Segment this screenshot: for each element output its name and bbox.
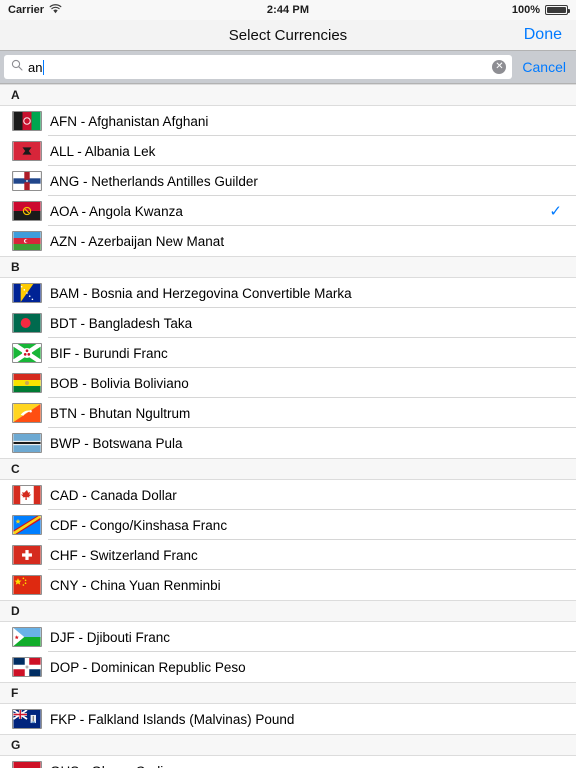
page-title: Select Currencies (228, 26, 348, 44)
flag-ao-icon (12, 201, 42, 221)
currency-row-label: BTN - Bhutan Ngultrum (50, 405, 191, 421)
currency-row-label: AFN - Afghanistan Afghani (50, 113, 209, 129)
flag-al-icon (12, 141, 42, 161)
wifi-icon (49, 3, 62, 17)
selected-checkmark-icon: ✓ (549, 202, 562, 220)
flag-bd-icon (12, 313, 42, 333)
currency-row-label: DJF - Djibouti Franc (50, 629, 171, 645)
section-header: D (0, 600, 576, 622)
battery-icon (545, 5, 570, 15)
currency-row[interactable]: FKP - Falkland Islands (Malvinas) Pound (0, 704, 576, 734)
text-caret (43, 59, 45, 75)
currency-row[interactable]: DJF - Djibouti Franc (0, 622, 576, 652)
flag-an-icon (12, 171, 42, 191)
section-header: G (0, 734, 576, 756)
search-input-value: an (28, 59, 43, 75)
currency-row[interactable]: AZN - Azerbaijan New Manat (0, 226, 576, 256)
currency-row-label: BOB - Bolivia Boliviano (50, 375, 189, 391)
currency-row[interactable]: BAM - Bosnia and Herzegovina Convertible… (0, 278, 576, 308)
currency-row-label: BAM - Bosnia and Herzegovina Convertible… (50, 285, 352, 301)
done-button[interactable]: Done (524, 26, 562, 44)
status-bar: Carrier 2:44 PM 100% (0, 0, 576, 20)
flag-fk-icon (12, 709, 42, 729)
currency-row[interactable]: BDT - Bangladesh Taka (0, 308, 576, 338)
currency-row[interactable]: AFN - Afghanistan Afghani (0, 106, 576, 136)
flag-ba-icon (12, 283, 42, 303)
currency-row-label: ALL - Albania Lek (50, 143, 156, 159)
battery-percent-label: 100% (511, 4, 540, 16)
flag-gh-icon (12, 761, 42, 768)
currency-row-label: CNY - China Yuan Renminbi (50, 577, 221, 593)
status-bar-time: 2:44 PM (266, 4, 310, 16)
currency-row[interactable]: BWP - Botswana Pula (0, 428, 576, 458)
currency-row[interactable]: CHF - Switzerland Franc (0, 540, 576, 570)
currency-row[interactable]: CNY - China Yuan Renminbi (0, 570, 576, 600)
currency-row[interactable]: CAD - Canada Dollar (0, 480, 576, 510)
currency-row[interactable]: AOA - Angola Kwanza ✓ (0, 196, 576, 226)
flag-bw-icon (12, 433, 42, 453)
currency-row-label: FKP - Falkland Islands (Malvinas) Pound (50, 711, 295, 727)
flag-ca-icon (12, 485, 42, 505)
flag-do-icon (12, 657, 42, 677)
search-icon (11, 58, 23, 76)
currency-row[interactable]: BOB - Bolivia Boliviano (0, 368, 576, 398)
currency-picker-screen: Carrier 2:44 PM 100% Select Currencies D… (0, 0, 576, 768)
currency-row-label: BWP - Botswana Pula (50, 435, 183, 451)
currency-row-label: AZN - Azerbaijan New Manat (50, 233, 225, 249)
section-header: B (0, 256, 576, 278)
search-bar: an ✕ Cancel (0, 51, 576, 84)
currency-row[interactable]: ANG - Netherlands Antilles Guilder (0, 166, 576, 196)
currency-row-label: BIF - Burundi Franc (50, 345, 168, 361)
status-bar-right: 100% (448, 4, 570, 16)
currency-row[interactable]: DOP - Dominican Republic Peso (0, 652, 576, 682)
section-header: F (0, 682, 576, 704)
navigation-bar: Select Currencies Done (0, 20, 576, 51)
search-input-text[interactable]: an (28, 59, 492, 75)
clear-search-icon[interactable]: ✕ (492, 60, 507, 74)
currency-row-label: DOP - Dominican Republic Peso (50, 659, 246, 675)
currency-list[interactable]: A AFN - Afghanistan Afghani ALL - Albania … (0, 84, 576, 768)
currency-row-label: CDF - Congo/Kinshasa Franc (50, 517, 228, 533)
currency-row[interactable]: CDF - Congo/Kinshasa Franc (0, 510, 576, 540)
currency-row[interactable]: GHS - Ghana Cedi (0, 756, 576, 768)
section-header: C (0, 458, 576, 480)
flag-bo-icon (12, 373, 42, 393)
currency-row-label: CHF - Switzerland Franc (50, 547, 198, 563)
flag-bi-icon (12, 343, 42, 363)
flag-cd-icon (12, 515, 42, 535)
status-bar-left: Carrier (8, 3, 128, 17)
carrier-label: Carrier (8, 4, 45, 16)
currency-row-label: CAD - Canada Dollar (50, 487, 177, 503)
flag-bt-icon (12, 403, 42, 423)
flag-cn-icon (12, 575, 42, 595)
currency-row-label: GHS - Ghana Cedi (50, 764, 163, 768)
currency-row-label: ANG - Netherlands Antilles Guilder (50, 173, 258, 189)
currency-row[interactable]: BTN - Bhutan Ngultrum (0, 398, 576, 428)
flag-af-icon (12, 111, 42, 131)
flag-dj-icon (12, 627, 42, 647)
currency-row[interactable]: BIF - Burundi Franc (0, 338, 576, 368)
search-field[interactable]: an ✕ (4, 55, 513, 79)
section-header: A (0, 84, 576, 106)
cancel-button[interactable]: Cancel (512, 59, 576, 75)
flag-az-icon (12, 231, 42, 251)
currency-row[interactable]: ALL - Albania Lek (0, 136, 576, 166)
flag-ch-icon (12, 545, 42, 565)
currency-row-label: AOA - Angola Kwanza (50, 203, 183, 219)
currency-row-label: BDT - Bangladesh Taka (50, 315, 193, 331)
